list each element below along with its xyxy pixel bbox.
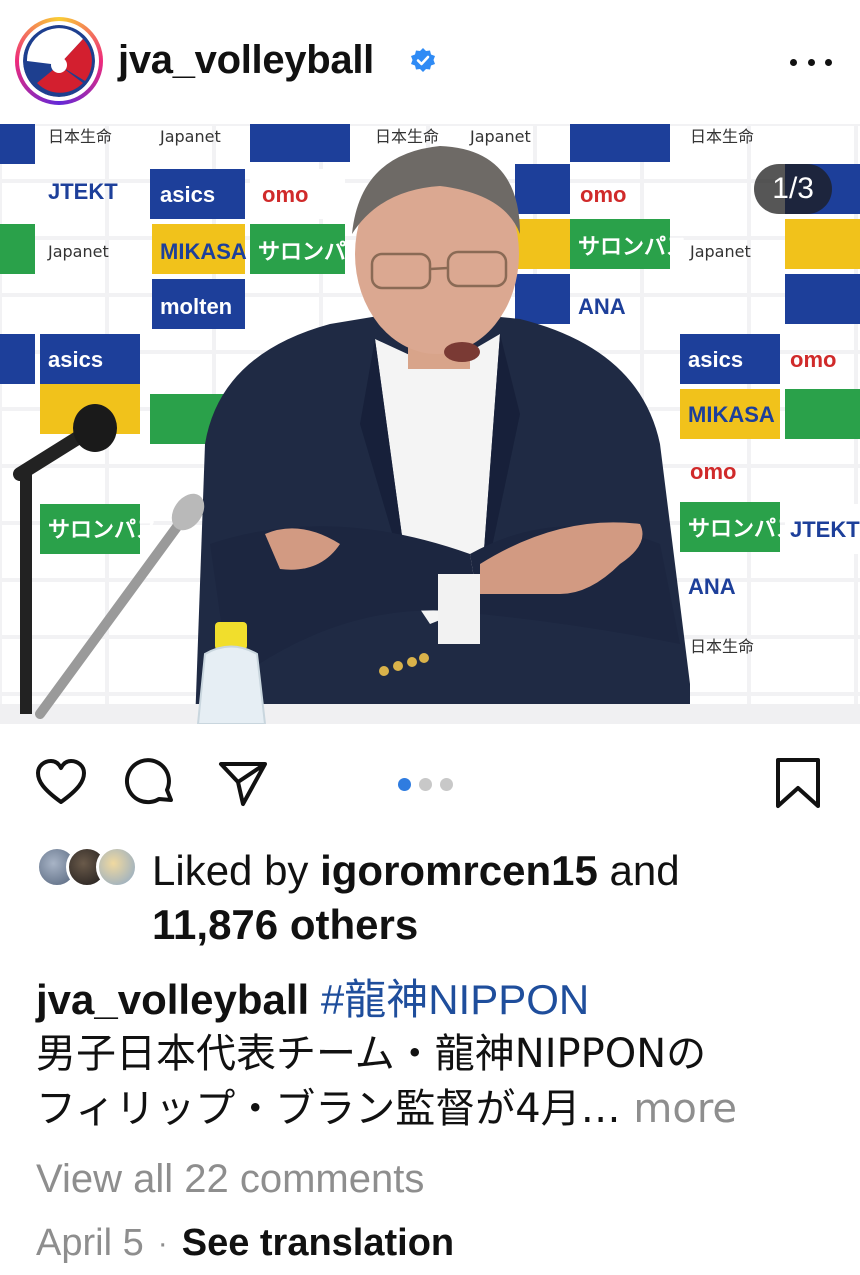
- svg-text:asics: asics: [48, 347, 103, 372]
- post-date: April 5: [36, 1222, 144, 1264]
- svg-text:molten: molten: [160, 294, 232, 319]
- svg-text:サロンパス: サロンパス: [688, 516, 798, 541]
- caption-line-2: フィリップ・ブラン監督が4月…: [36, 1086, 621, 1132]
- post-photo[interactable]: asics サロンパス molten asics サロンパス asics サロン…: [0, 124, 860, 724]
- svg-text:サロンパス: サロンパス: [258, 239, 368, 264]
- svg-text:日本生命: 日本生命: [690, 127, 754, 146]
- share-icon[interactable]: [215, 756, 271, 812]
- see-translation-link[interactable]: See translation: [182, 1222, 454, 1265]
- bookmark-icon[interactable]: [770, 756, 826, 812]
- svg-text:MIKASA: MIKASA: [160, 239, 247, 264]
- comment-icon[interactable]: [123, 756, 179, 812]
- svg-text:日本生命: 日本生命: [48, 127, 112, 146]
- post-meta: April 5 · See translation: [36, 1222, 454, 1265]
- heart-icon[interactable]: [33, 756, 89, 812]
- svg-text:サロンパス: サロンパス: [48, 517, 158, 542]
- carousel-dot-active: [398, 778, 411, 791]
- carousel-indicator: [398, 778, 453, 791]
- svg-text:asics: asics: [160, 182, 215, 207]
- caption-line-1: 男子日本代表チーム・龍神NIPPONの: [36, 1031, 707, 1077]
- svg-text:Japanet: Japanet: [47, 242, 109, 261]
- svg-text:サロンパス: サロンパス: [578, 234, 688, 259]
- post-caption: jva_volleyball #龍神NIPPON 男子日本代表チーム・龍神NIP…: [36, 972, 836, 1137]
- caption-hashtag[interactable]: #龍神NIPPON: [321, 976, 589, 1023]
- liked-by-label: Liked by: [152, 847, 321, 894]
- carousel-page-counter: 1/3: [754, 164, 832, 214]
- avatar: [96, 846, 138, 888]
- likes-count[interactable]: 11,876 others: [152, 901, 418, 948]
- svg-text:ANA: ANA: [578, 294, 626, 319]
- svg-text:omo: omo: [790, 347, 836, 372]
- likes-text[interactable]: Liked by igoromrcen15 and 11,876 others: [152, 844, 842, 952]
- svg-text:JTEKT: JTEKT: [790, 517, 860, 542]
- post-header: jva_volleyball: [0, 0, 860, 124]
- svg-text:asics: asics: [688, 347, 743, 372]
- caption-more-link[interactable]: more: [633, 1086, 737, 1132]
- svg-text:JTEKT: JTEKT: [48, 179, 118, 204]
- more-options-button[interactable]: [786, 44, 836, 80]
- svg-text:omo: omo: [580, 182, 626, 207]
- meta-separator: ·: [157, 1226, 168, 1260]
- view-comments-link[interactable]: View all 22 comments: [36, 1157, 424, 1202]
- post-username[interactable]: jva_volleyball: [118, 38, 374, 83]
- verified-badge-icon: [411, 48, 435, 72]
- svg-text:MIKASA: MIKASA: [688, 402, 775, 427]
- svg-text:omo: omo: [262, 182, 308, 207]
- jva-logo-icon: [23, 25, 95, 97]
- action-bar: [0, 738, 860, 828]
- more-dots-icon: [790, 58, 797, 66]
- svg-text:日本生命: 日本生命: [375, 127, 439, 146]
- svg-text:Japanet: Japanet: [159, 127, 221, 146]
- carousel-dot: [440, 778, 453, 791]
- svg-text:ANA: ANA: [688, 574, 736, 599]
- svg-text:omo: omo: [690, 459, 736, 484]
- carousel-dot: [419, 778, 432, 791]
- svg-text:Japanet: Japanet: [689, 242, 751, 261]
- liked-by-user[interactable]: igoromrcen15: [320, 847, 598, 894]
- svg-text:日本生命: 日本生命: [690, 637, 754, 656]
- liker-avatars[interactable]: [36, 846, 146, 890]
- svg-text:Japanet: Japanet: [469, 127, 531, 146]
- liked-by-and: and: [597, 847, 680, 894]
- profile-avatar[interactable]: [15, 17, 103, 105]
- caption-username[interactable]: jva_volleyball: [36, 976, 309, 1023]
